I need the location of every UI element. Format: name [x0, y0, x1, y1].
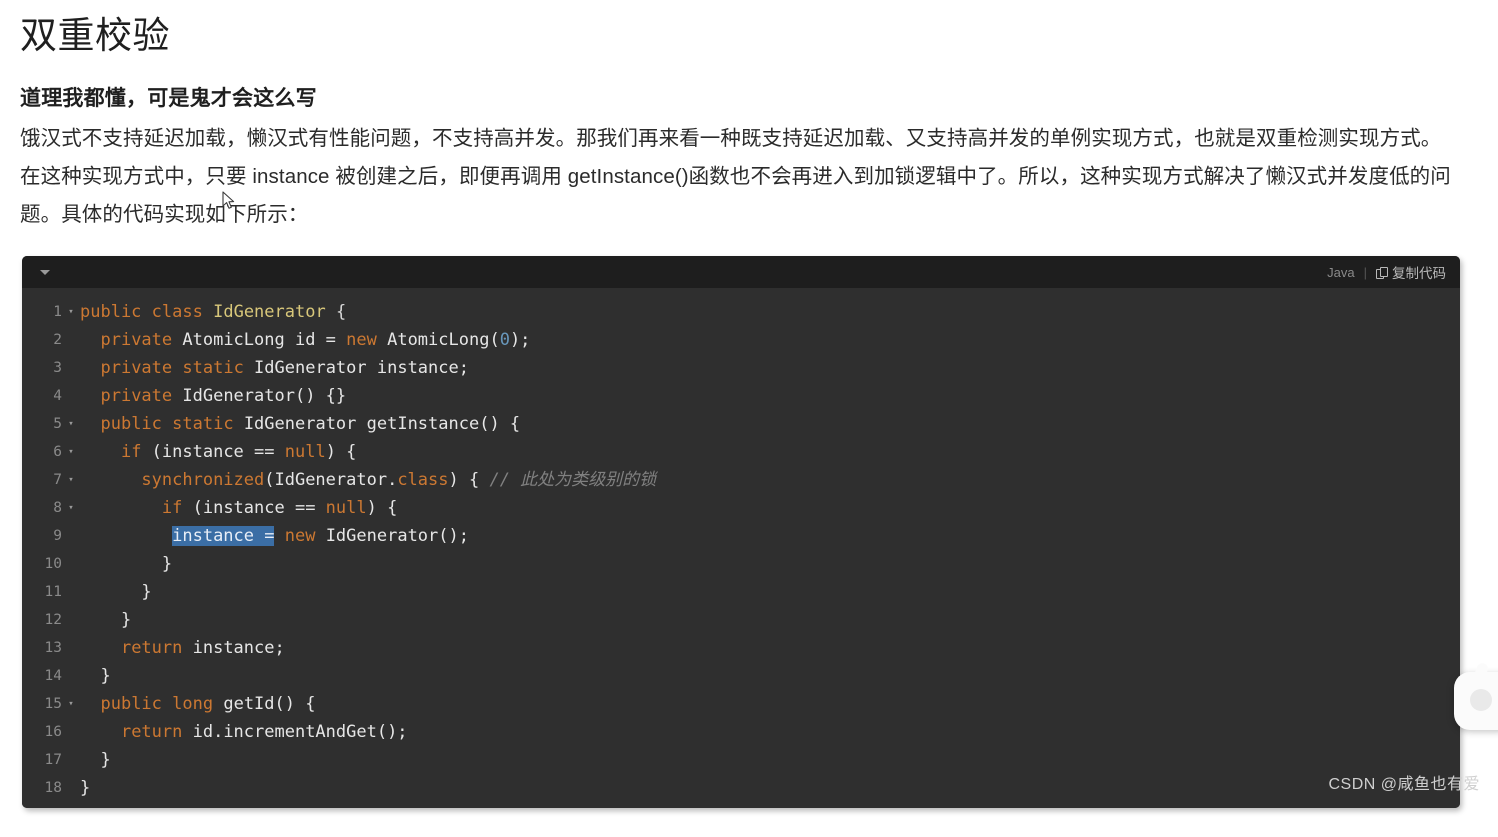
code-fold-icon[interactable]: ▾: [64, 410, 78, 438]
copy-code-button[interactable]: 复制代码: [1376, 262, 1446, 282]
code-fold-icon[interactable]: ▾: [64, 690, 78, 718]
article-body: 饿汉式不支持延迟加载，懒汉式有性能问题，不支持高并发。那我们再来看一种既支持延迟…: [0, 112, 1498, 234]
caret-down-icon[interactable]: [40, 269, 50, 275]
code-line: 2 private AtomicLong id = new AtomicLong…: [22, 326, 1460, 354]
code-line-text: }: [80, 610, 132, 631]
code-line-text: public static IdGenerator getInstance() …: [100, 414, 521, 435]
floating-chat-widget[interactable]: [1454, 672, 1498, 730]
code-line-text: synchronized(IdGenerator.class) { // 此处为…: [141, 470, 657, 491]
line-number: 1: [53, 304, 62, 321]
code-toolbar: Java | 复制代码: [22, 256, 1460, 289]
code-line: 12 }: [22, 606, 1460, 634]
code-line-text: if (instance == null) {: [120, 442, 357, 463]
code-content[interactable]: 1 ▾ public class IdGenerator {2 private At…: [22, 288, 1460, 809]
code-fold-icon[interactable]: ▾: [64, 494, 78, 522]
line-number: 15: [44, 696, 62, 713]
code-line: 7 ▾ synchronized(IdGenerator.class) { // …: [22, 466, 1460, 494]
line-number: 3: [53, 360, 62, 377]
code-line-text: }: [80, 750, 111, 771]
code-fold-icon[interactable]: ▾: [64, 438, 78, 466]
code-line-text: return instance;: [120, 638, 285, 659]
code-line: 17 }: [22, 746, 1460, 774]
code-line-text: return id.incrementAndGet();: [120, 722, 408, 743]
code-language-label: Java: [1327, 264, 1355, 280]
code-line: 5 ▾ public static IdGenerator getInstance…: [22, 410, 1460, 438]
line-number: 6: [53, 444, 62, 461]
line-number: 16: [44, 724, 62, 741]
line-number: 4: [53, 388, 62, 405]
code-line: 3 private static IdGenerator instance;: [22, 354, 1460, 382]
code-line: 9 instance = new IdGenerator();: [22, 522, 1460, 550]
code-line: 11 }: [22, 578, 1460, 606]
code-fold-icon[interactable]: ▾: [64, 466, 78, 494]
code-line: 16 return id.incrementAndGet();: [22, 718, 1460, 746]
code-line-text: }: [80, 554, 173, 575]
code-line: 6 ▾ if (instance == null) {: [22, 438, 1460, 466]
code-line: 15 ▾ public long getId() {: [22, 690, 1460, 718]
code-line-text: instance = new IdGenerator();: [172, 526, 469, 547]
line-number: 7: [53, 472, 62, 489]
code-line: 8 ▾ if (instance == null) {: [22, 494, 1460, 522]
code-line: 10 }: [22, 550, 1460, 578]
copy-code-label: 复制代码: [1392, 266, 1446, 282]
line-number: 11: [44, 584, 62, 601]
code-line-text: }: [80, 582, 152, 603]
line-number: 2: [53, 332, 62, 349]
code-line: 13 return instance;: [22, 634, 1460, 662]
copy-icon: [1376, 266, 1388, 279]
code-line: 1 ▾ public class IdGenerator {: [22, 298, 1460, 326]
section-title: 道理我都懂，可是鬼才会这么写: [20, 87, 317, 111]
article-container: 双重校验 道理我都懂，可是鬼才会这么写 饿汉式不支持延迟加载，懒汉式有性能问题，…: [0, 0, 1498, 809]
line-number: 14: [44, 668, 62, 685]
toolbar-separator: |: [1363, 264, 1367, 280]
code-line: 4 private IdGenerator() {}: [22, 382, 1460, 410]
code-line-text: public long getId() {: [100, 694, 316, 715]
code-line-text: }: [80, 666, 111, 687]
code-line: 18}: [22, 774, 1460, 802]
line-number: 9: [53, 528, 62, 545]
page-title: 双重校验: [20, 15, 170, 56]
code-line-text: public class IdGenerator {: [80, 302, 347, 323]
code-line-text: private AtomicLong id = new AtomicLong(0…: [100, 330, 531, 351]
code-fold-icon[interactable]: ▾: [64, 298, 78, 326]
line-number: 5: [53, 416, 62, 433]
line-number: 12: [44, 612, 62, 629]
line-number: 13: [44, 640, 62, 657]
code-toolbar-actions: Java | 复制代码: [1327, 262, 1446, 282]
code-line: 14 }: [22, 662, 1460, 690]
line-number: 8: [53, 500, 62, 517]
line-number: 17: [44, 752, 62, 769]
code-line-text: if (instance == null) {: [161, 498, 398, 519]
line-number: 18: [44, 780, 62, 797]
code-line-text: }: [80, 778, 91, 799]
paragraph-1: 饿汉式不支持延迟加载，懒汉式有性能问题，不支持高并发。那我们再来看一种既支持延迟…: [20, 127, 1442, 151]
code-line-text: private static IdGenerator instance;: [100, 358, 469, 379]
line-number: 10: [44, 556, 62, 573]
code-block: Java | 复制代码 1 ▾ public class IdGenerator {…: [22, 256, 1460, 809]
paragraph-2: 在这种实现方式中，只要 instance 被创建之后，即便再调用 getInst…: [20, 165, 1451, 227]
code-line-text: private IdGenerator() {}: [100, 386, 347, 407]
